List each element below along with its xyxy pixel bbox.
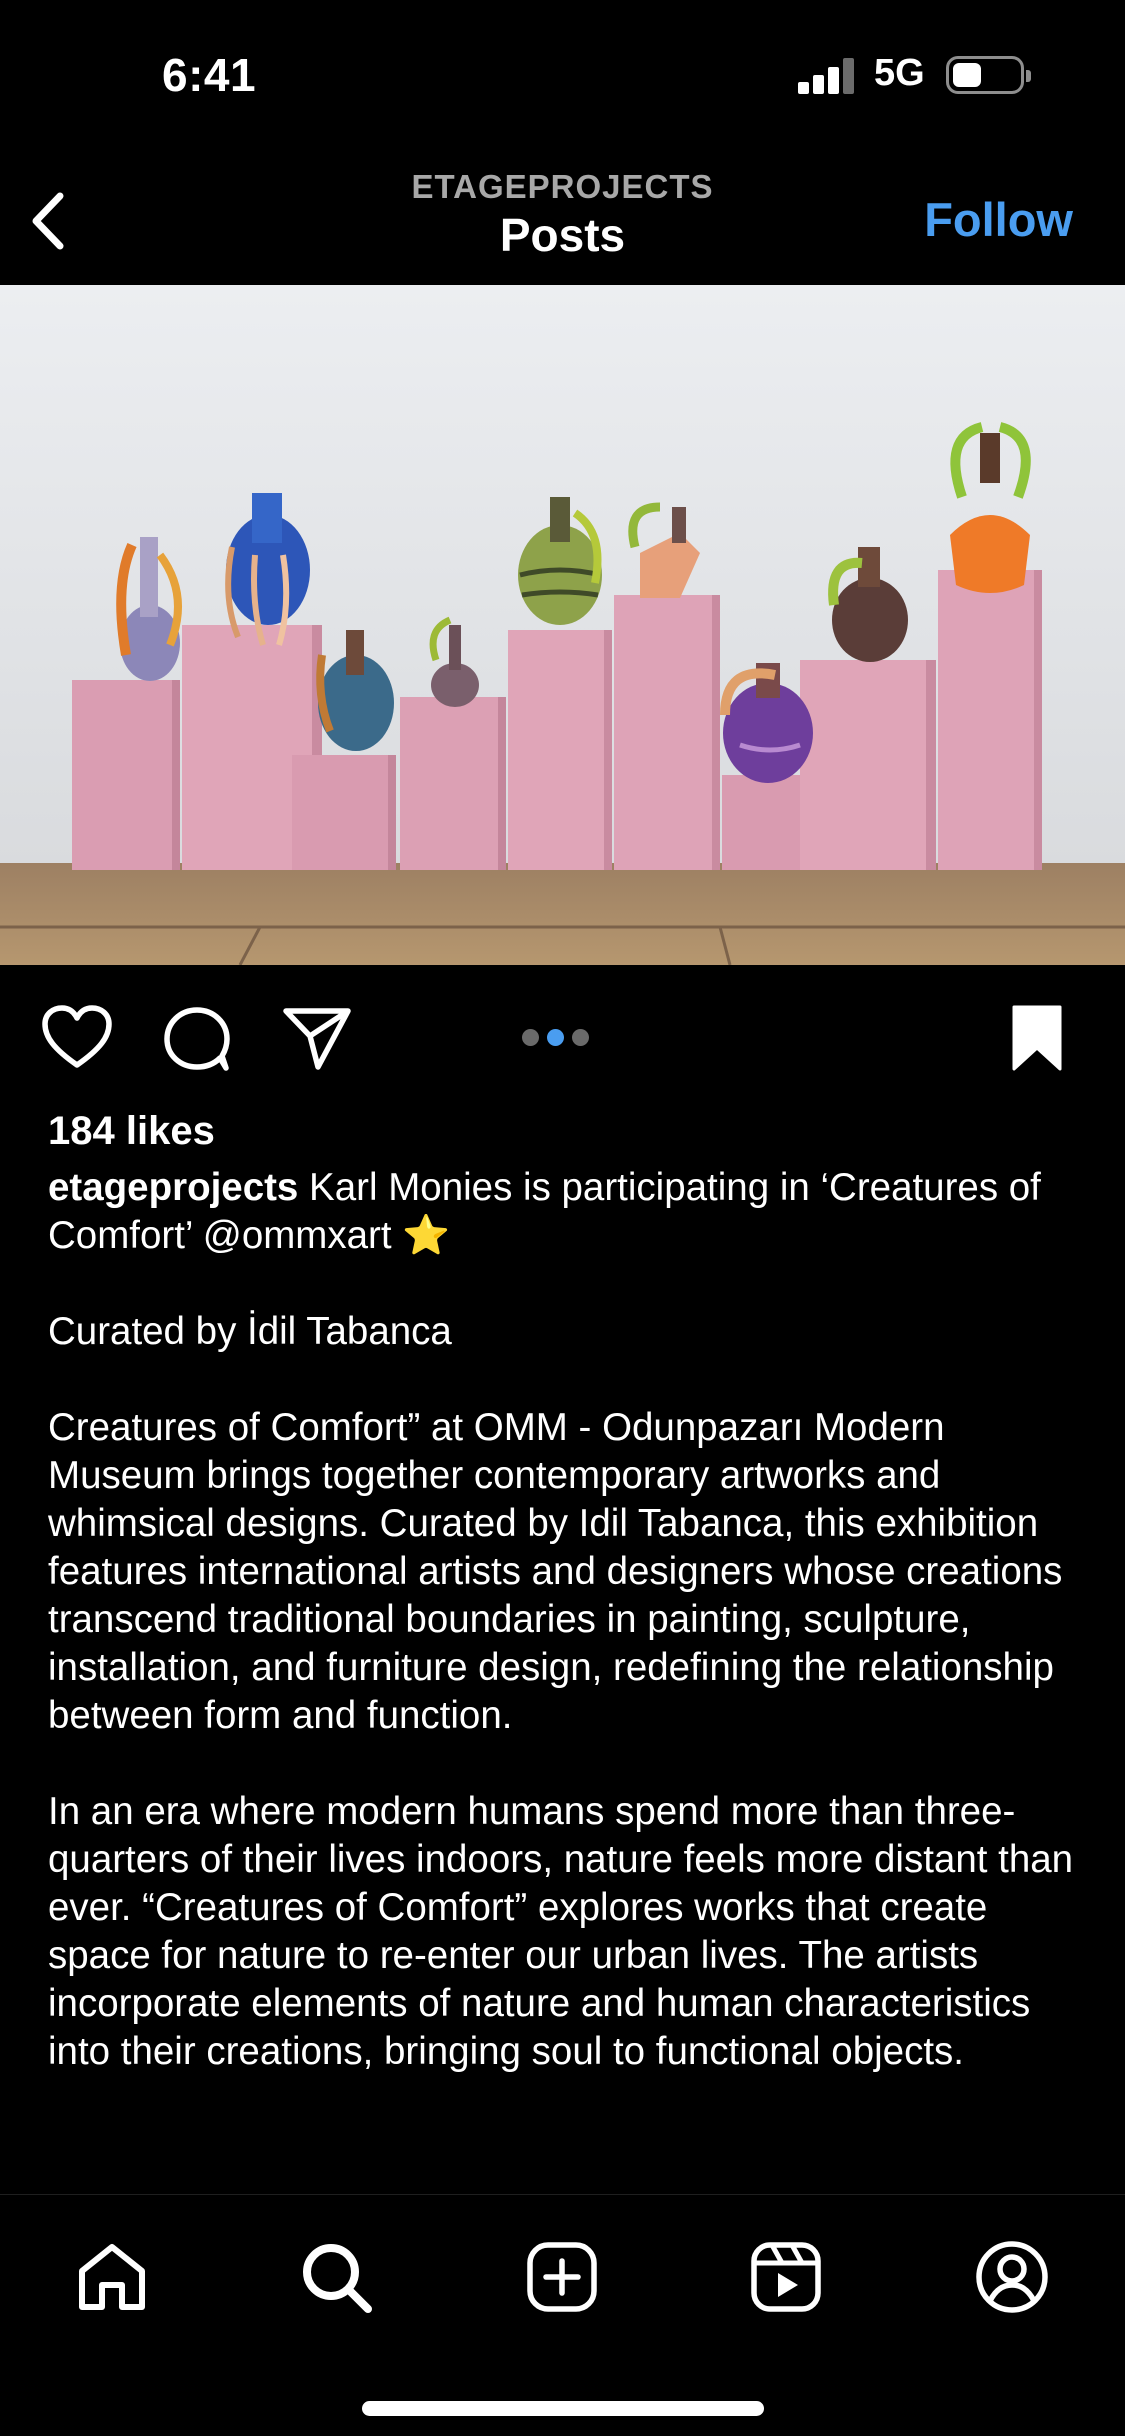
exhibition-photo <box>0 285 1125 965</box>
tab-search[interactable] <box>298 2239 374 2315</box>
caption-paragraph: In an era where modern humans spend more… <box>48 1790 1074 2073</box>
tab-create[interactable] <box>524 2239 600 2315</box>
caption: etageprojects Karl Monies is participati… <box>48 1164 1088 1260</box>
carousel-dot <box>522 1029 539 1046</box>
likes-count[interactable]: 184 likes <box>48 1100 1088 1162</box>
post-actions <box>0 965 1125 1105</box>
tab-reels[interactable] <box>748 2239 824 2315</box>
follow-button[interactable]: Follow <box>924 192 1073 247</box>
home-indicator[interactable] <box>362 2401 764 2416</box>
carousel-dot <box>572 1029 589 1046</box>
battery-icon <box>946 56 1031 94</box>
caption-paragraph: Curated by İdil Tabanca <box>48 1310 452 1353</box>
post-header: ETAGEPROJECTS Posts Follow <box>0 150 1125 285</box>
tab-profile[interactable] <box>974 2239 1050 2315</box>
caption-paragraph: Creatures of Comfort” at OMM - Odunpazar… <box>48 1406 1063 1737</box>
status-time: 6:41 <box>162 49 257 101</box>
like-button[interactable] <box>40 1003 114 1073</box>
share-button[interactable] <box>280 1003 354 1073</box>
search-icon <box>303 2244 372 2313</box>
star-emoji: ⭐ <box>402 1214 451 1257</box>
caption-username[interactable]: etageprojects <box>48 1166 298 1209</box>
post-image[interactable] <box>0 285 1125 965</box>
post-caption-area: 184 likes etageprojects Karl Monies is p… <box>48 1100 1088 2194</box>
paper-plane-icon <box>283 1008 351 1070</box>
profile-icon <box>976 2241 1048 2313</box>
carousel-indicator <box>522 1029 597 1049</box>
save-button[interactable] <box>1002 1003 1076 1073</box>
comment-button[interactable] <box>160 1003 234 1073</box>
reels-icon <box>751 2242 821 2312</box>
bottom-tab-bar <box>0 2194 1125 2436</box>
carousel-dot-active <box>547 1029 564 1046</box>
bookmark-filled-icon <box>1012 1005 1062 1071</box>
network-type: 5G <box>874 52 925 94</box>
home-icon <box>79 2244 145 2310</box>
tab-home[interactable] <box>74 2239 150 2315</box>
cellular-signal-icon <box>798 58 854 94</box>
heart-icon <box>42 1005 112 1068</box>
create-plus-icon <box>527 2242 597 2312</box>
comment-bubble-icon <box>164 1007 230 1071</box>
status-bar: 6:41 5G <box>0 0 1125 150</box>
